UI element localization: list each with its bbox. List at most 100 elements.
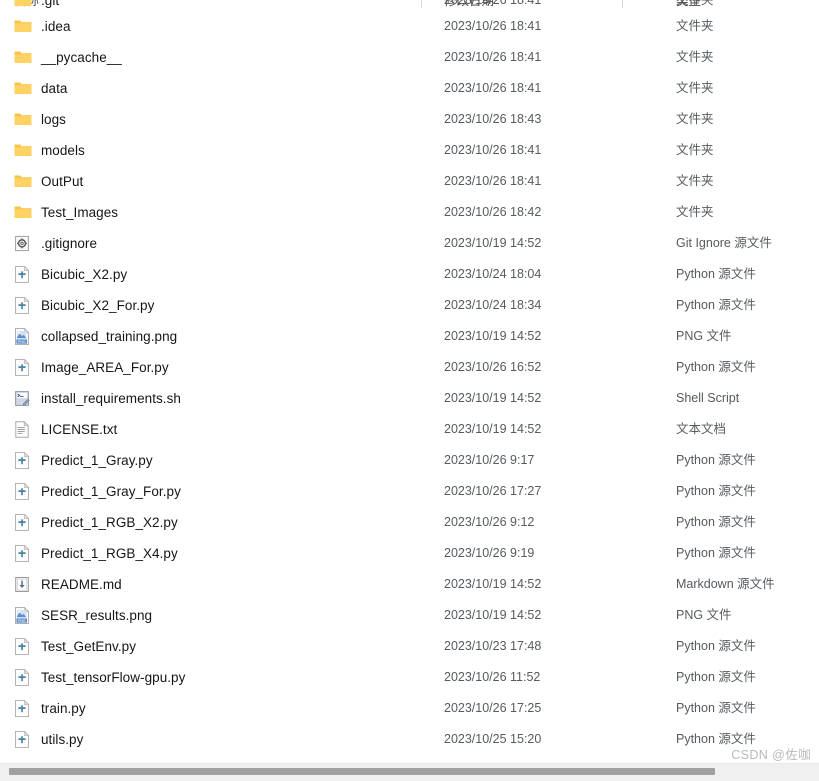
file-date-modified: 2023/10/24 18:34 [444,298,542,312]
file-row[interactable]: PNG SESR_results.png 2023/10/19 14:52 PNG 文… [0,600,819,631]
file-row[interactable]: logs 2023/10/26 18:43 文件夹 [0,104,819,135]
file-name-cell[interactable]: LICENSE.txt [14,414,117,445]
file-name-cell[interactable]: README.md [14,569,122,600]
file-row[interactable]: install_requirements.sh 2023/10/19 14:52 S… [0,383,819,414]
file-type: Shell Script [676,391,740,405]
file-explorer-list-view: 名称 修改日期 类型 .git2023/10/26 18:41文件夹.idea2… [0,0,819,781]
file-name-cell[interactable]: Bicubic_X2_For.py [14,290,154,321]
python-file-icon [14,359,32,376]
file-name-cell[interactable]: data [14,73,67,104]
file-row[interactable]: Test_Images 2023/10/26 18:42 文件夹 [0,197,819,228]
file-type: 文件夹 [676,143,714,157]
file-row[interactable]: .gitignore 2023/10/19 14:52 Git Ignore 源文件 [0,228,819,259]
file-type: 文件夹 [676,174,714,188]
file-name-cell[interactable]: Test_GetEnv.py [14,631,136,662]
file-name-label: utils.py [41,732,84,747]
file-date-modified: 2023/10/19 14:52 [444,422,542,436]
file-name-cell[interactable]: models [14,135,85,166]
file-name-label: Bicubic_X2.py [41,267,128,282]
shell-file-icon [14,390,32,407]
file-name-cell[interactable]: Image_AREA_For.py [14,352,169,383]
file-type: PNG 文件 [676,608,732,622]
file-row[interactable]: Bicubic_X2_For.py 2023/10/24 18:34 Python … [0,290,819,321]
file-name-cell[interactable]: PNG SESR_results.png [14,600,152,631]
file-type: Python 源文件 [676,515,756,529]
folder-icon [14,142,32,159]
file-date-modified: 2023/10/26 18:41 [444,0,542,7]
file-type: Python 源文件 [676,670,756,684]
horizontal-scrollbar[interactable] [0,763,819,781]
folder-icon [14,111,32,128]
file-row[interactable]: data 2023/10/26 18:41 文件夹 [0,73,819,104]
file-name-cell[interactable]: Test_Images [14,197,118,228]
file-row[interactable]: train.py 2023/10/26 17:25 Python 源文件 [0,693,819,724]
file-row[interactable]: Bicubic_X2.py 2023/10/24 18:04 Python 源文件 [0,259,819,290]
file-date-modified: 2023/10/26 9:17 [444,453,535,467]
file-name-label: SESR_results.png [41,608,153,623]
file-row[interactable]: Image_AREA_For.py 2023/10/26 16:52 Python … [0,352,819,383]
file-name-cell[interactable]: Test_tensorFlow-gpu.py [14,662,185,693]
file-name-cell[interactable]: PNG collapsed_training.png [14,321,177,352]
file-type: 文本文档 [676,422,727,436]
file-name-cell[interactable]: Predict_1_Gray_For.py [14,476,181,507]
file-type: 文件夹 [676,0,714,7]
png-file-icon: PNG [14,607,32,624]
file-name-cell[interactable]: Predict_1_RGB_X4.py [14,538,178,569]
python-file-icon [14,638,32,655]
file-row[interactable]: utils.py 2023/10/25 15:20 Python 源文件 [0,724,819,755]
csdn-watermark: CSDN @佐咖 [731,748,811,762]
file-name-cell[interactable]: .gitignore [14,228,97,259]
file-row[interactable]: Predict_1_RGB_X4.py 2023/10/26 9:19 Python… [0,538,819,569]
file-row[interactable]: Predict_1_Gray_For.py 2023/10/26 17:27 Pyt… [0,476,819,507]
file-row[interactable]: LICENSE.txt 2023/10/19 14:52 文本文档 [0,414,819,445]
file-name-cell[interactable]: .idea [14,11,71,42]
file-row[interactable]: OutPut 2023/10/26 18:41 文件夹 [0,166,819,197]
file-name-label: install_requirements.sh [41,391,181,406]
file-name-cell[interactable]: logs [14,104,66,135]
gear-file-icon [14,235,32,252]
file-date-modified: 2023/10/26 11:52 [444,670,541,684]
python-file-icon [14,266,32,283]
folder-icon [14,49,32,66]
python-file-icon [14,452,32,469]
folder-icon [14,18,32,35]
file-date-modified: 2023/10/25 15:20 [444,732,542,746]
file-date-modified: 2023/10/26 18:41 [444,19,542,33]
file-name-label: Predict_1_RGB_X4.py [41,546,178,561]
file-name-cell[interactable]: train.py [14,693,86,724]
horizontal-scrollbar-thumb[interactable] [9,768,715,775]
file-name-cell[interactable]: Predict_1_RGB_X2.py [14,507,178,538]
file-row[interactable]: .idea 2023/10/26 18:41 文件夹 [0,11,819,42]
file-type: Python 源文件 [676,453,756,467]
markdown-file-icon [14,576,32,593]
file-row[interactable]: Predict_1_RGB_X2.py 2023/10/26 9:12 Python… [0,507,819,538]
folder-icon [14,173,32,190]
file-row[interactable]: Predict_1_Gray.py 2023/10/26 9:17 Python 源… [0,445,819,476]
file-row[interactable]: Test_GetEnv.py 2023/10/23 17:48 Python 源文件 [0,631,819,662]
file-name-cell[interactable]: Predict_1_Gray.py [14,445,153,476]
file-row[interactable]: PNG collapsed_training.png 2023/10/19 14:5… [0,321,819,352]
file-date-modified: 2023/10/26 9:12 [444,515,535,529]
file-name-cell[interactable]: install_requirements.sh [14,383,181,414]
file-date-modified: 2023/10/19 14:52 [444,577,542,591]
file-name-cell[interactable]: Bicubic_X2.py [14,259,127,290]
file-name-label: train.py [41,701,86,716]
file-name-cell[interactable]: OutPut [14,166,83,197]
file-type: 文件夹 [676,19,714,33]
file-row[interactable]: README.md 2023/10/19 14:52 Markdown 源文件 [0,569,819,600]
file-row[interactable]: __pycache__ 2023/10/26 18:41 文件夹 [0,42,819,73]
file-name-label: __pycache__ [41,50,122,65]
file-row[interactable]: models 2023/10/26 18:41 文件夹 [0,135,819,166]
file-type: PNG 文件 [676,329,732,343]
file-name-label: README.md [41,577,122,592]
file-type: 文件夹 [676,50,714,64]
file-name-cell[interactable]: utils.py [14,724,83,755]
file-type: 文件夹 [676,112,714,126]
file-date-modified: 2023/10/26 17:27 [444,484,542,498]
file-name-cell[interactable]: __pycache__ [14,42,122,73]
file-row[interactable]: .git 2023/10/26 18:41 文件夹 [0,0,819,11]
file-name-cell[interactable]: .git [14,0,59,11]
file-row[interactable]: Test_tensorFlow-gpu.py 2023/10/26 11:52 Py… [0,662,819,693]
file-date-modified: 2023/10/26 18:41 [444,50,542,64]
file-type: Python 源文件 [676,360,756,374]
